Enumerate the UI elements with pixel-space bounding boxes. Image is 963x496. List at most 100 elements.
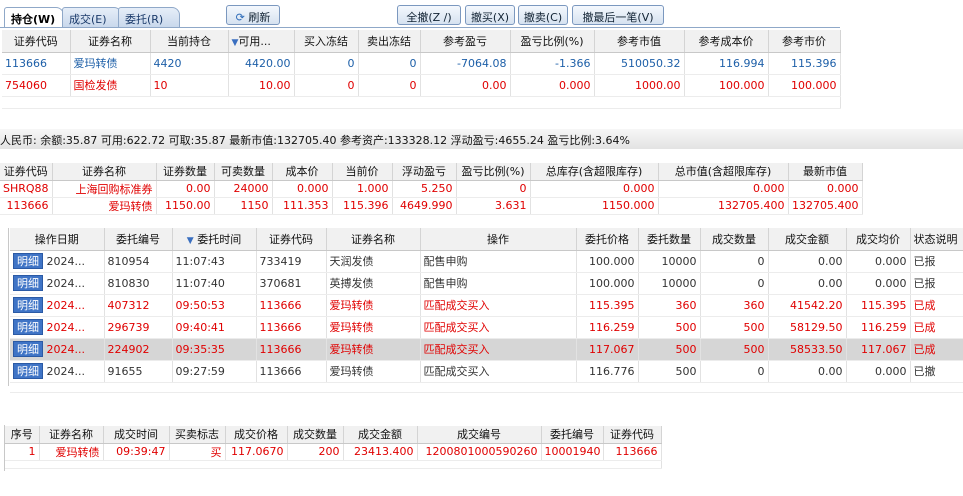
col-header[interactable]: 状态说明 bbox=[910, 228, 963, 251]
tab-orders[interactable]: 委托(R) bbox=[118, 7, 180, 27]
cell-fill-amount: 41542.20 bbox=[768, 294, 847, 317]
tab-positions[interactable]: 持仓(W) bbox=[4, 7, 64, 28]
refresh-button[interactable]: ⟳ 刷新 bbox=[226, 5, 280, 25]
col-header[interactable]: 证券名称 bbox=[326, 228, 421, 251]
detail-button[interactable]: 明细 bbox=[13, 319, 43, 335]
col-header[interactable]: 委托数量 bbox=[638, 228, 701, 251]
col-header[interactable]: 证券名称 bbox=[52, 163, 157, 181]
col-header[interactable]: 总市值(含超限库存) bbox=[658, 163, 789, 181]
table-row[interactable]: 明细 2024... 91655 09:27:59 113666 爱玛转债 匹配… bbox=[10, 360, 963, 383]
col-header[interactable]: 证券代码 bbox=[603, 426, 662, 444]
table-row[interactable]: 明细 2024... 810954 11:07:43 733419 天润发债 配… bbox=[10, 250, 963, 273]
detail-button[interactable]: 明细 bbox=[13, 275, 43, 291]
col-header[interactable]: 证券名称 bbox=[39, 426, 104, 444]
col-header-sorted[interactable]: ▼可用... bbox=[228, 30, 295, 53]
cell-pnl: 0.00 bbox=[420, 74, 511, 97]
cell-seq: 1 bbox=[5, 443, 40, 461]
col-header[interactable]: 成交数量 bbox=[700, 228, 769, 251]
cell-name: 国检发债 bbox=[70, 74, 151, 97]
col-header[interactable]: 买卖标志 bbox=[169, 426, 226, 444]
col-header[interactable]: 成交金额 bbox=[768, 228, 847, 251]
table-row[interactable]: 113666 爱玛转债 4420 4420.00 0 0 -7064.08 -1… bbox=[2, 52, 841, 75]
detail-button[interactable]: 明细 bbox=[13, 341, 43, 357]
cell-action: 匹配成交买入 bbox=[420, 360, 577, 383]
col-header[interactable]: 总库存(含超限库存) bbox=[530, 163, 659, 181]
col-header[interactable]: 证券数量 bbox=[156, 163, 215, 181]
table-row-selected[interactable]: 明细 2024... 224902 09:35:35 113666 爱玛转债 匹… bbox=[10, 338, 963, 361]
col-header[interactable]: 当前持仓 bbox=[150, 30, 229, 53]
cell-name: 爱玛转债 bbox=[326, 294, 421, 317]
cell-avg-price: 0.000 bbox=[846, 272, 911, 295]
col-header[interactable]: 参考盈亏 bbox=[420, 30, 511, 53]
cell-avg-price: 116.259 bbox=[846, 316, 911, 339]
col-header[interactable]: 委托编号 bbox=[541, 426, 604, 444]
positions-table: 证券代码 证券名称 当前持仓 ▼可用... 买入冻结 卖出冻结 参考盈亏 盈亏比… bbox=[2, 30, 841, 109]
col-header[interactable]: 成交编号 bbox=[417, 426, 542, 444]
trades-header: 序号 证券名称 成交时间 买卖标志 成交价格 成交数量 成交金额 成交编号 委托… bbox=[5, 426, 662, 444]
summary-text: 人民币: 余额:35.87 可用:622.72 可取:35.87 最新市值:13… bbox=[0, 134, 630, 147]
col-header[interactable]: 盈亏比例(%) bbox=[510, 30, 595, 53]
cell-order-time: 11:07:40 bbox=[172, 272, 257, 295]
col-header[interactable]: 成本价 bbox=[272, 163, 333, 181]
col-header[interactable]: 卖出冻结 bbox=[358, 30, 421, 53]
cell-market-price: 100.000 bbox=[768, 74, 841, 97]
cell-status: 已成 bbox=[910, 316, 963, 339]
col-header[interactable]: 证券名称 bbox=[70, 30, 151, 53]
col-header[interactable]: 参考市价 bbox=[768, 30, 841, 53]
table-row[interactable]: 明细 2024... 407312 09:50:53 113666 爱玛转债 匹… bbox=[10, 294, 963, 317]
col-header[interactable]: 成交数量 bbox=[287, 426, 344, 444]
cell-fill-qty: 0 bbox=[700, 272, 769, 295]
cell-order-no: 810954 bbox=[104, 250, 173, 273]
cell-date: 2024... bbox=[46, 255, 85, 268]
cell-code: 113666 bbox=[2, 52, 71, 75]
cancel-last-button[interactable]: 撤最后一笔(V) bbox=[572, 5, 664, 25]
detail-button[interactable]: 明细 bbox=[13, 253, 43, 269]
cell-holding: 10 bbox=[150, 74, 229, 97]
col-header[interactable]: 序号 bbox=[5, 426, 40, 444]
col-header[interactable]: 盈亏比例(%) bbox=[456, 163, 531, 181]
col-header[interactable]: 证券代码 bbox=[256, 228, 327, 251]
table-row[interactable]: SHRQ88 上海回购标准券 0.00 24000 0.000 1.000 5.… bbox=[0, 180, 863, 198]
col-header[interactable]: 最新市值 bbox=[788, 163, 863, 181]
col-header[interactable]: 参考成本价 bbox=[684, 30, 769, 53]
cell-price: 1.000 bbox=[332, 180, 393, 198]
cell-sell-frozen: 0 bbox=[358, 52, 421, 75]
table-row[interactable]: 754060 国检发债 10 10.00 0 0 0.00 0.000 1000… bbox=[2, 74, 841, 97]
tab-trades[interactable]: 成交(E) bbox=[62, 7, 122, 27]
detail-button[interactable]: 明细 bbox=[13, 297, 43, 313]
col-header[interactable]: 可卖数量 bbox=[214, 163, 273, 181]
cell-name: 天润发债 bbox=[326, 250, 421, 273]
cell-name: 上海回购标准券 bbox=[52, 180, 157, 198]
cell-code: 113666 bbox=[0, 197, 53, 215]
col-header[interactable]: 委托编号 bbox=[104, 228, 173, 251]
cell-float-pnl: 5.250 bbox=[392, 180, 457, 198]
col-header[interactable]: 证券代码 bbox=[2, 30, 71, 53]
col-header[interactable]: 证券代码 bbox=[0, 163, 53, 181]
cancel-sell-button[interactable]: 撤卖(C) bbox=[518, 5, 568, 25]
col-header-sorted[interactable]: ▼ 委托时间 bbox=[172, 228, 257, 251]
cell-fill-amount: 0.00 bbox=[768, 360, 847, 383]
detail-button[interactable]: 明细 bbox=[13, 363, 43, 379]
col-header[interactable]: 成交时间 bbox=[103, 426, 170, 444]
col-header[interactable]: 成交价格 bbox=[225, 426, 288, 444]
col-header[interactable]: 操作日期 bbox=[10, 228, 105, 251]
table-row[interactable]: 1 爱玛转债 09:39:47 买 117.0670 200 23413.400… bbox=[5, 443, 662, 461]
cancel-buy-button[interactable]: 撤买(X) bbox=[465, 5, 515, 25]
table-row[interactable]: 明细 2024... 296739 09:40:41 113666 爱玛转债 匹… bbox=[10, 316, 963, 339]
table-row[interactable]: 明细 2024... 810830 11:07:40 370681 英搏发债 配… bbox=[10, 272, 963, 295]
table-row[interactable]: 113666 爱玛转债 1150.00 1150 111.353 115.396… bbox=[0, 197, 863, 215]
cell-buy-frozen: 0 bbox=[294, 74, 359, 97]
col-header[interactable]: 委托价格 bbox=[576, 228, 639, 251]
col-header[interactable]: 操作 bbox=[420, 228, 577, 251]
col-header[interactable]: 买入冻结 bbox=[294, 30, 359, 53]
cell-code: SHRQ88 bbox=[0, 180, 53, 198]
cell-code: 113666 bbox=[603, 443, 662, 461]
cell-pnl-ratio: 3.631 bbox=[456, 197, 531, 215]
cell-order-no: 224902 bbox=[104, 338, 173, 361]
col-header[interactable]: 成交均价 bbox=[846, 228, 911, 251]
col-header[interactable]: 成交金额 bbox=[343, 426, 418, 444]
cancel-all-button[interactable]: 全撤(Z /) bbox=[397, 5, 461, 25]
col-header[interactable]: 当前价 bbox=[332, 163, 393, 181]
col-header[interactable]: 浮动盈亏 bbox=[392, 163, 457, 181]
col-header[interactable]: 参考市值 bbox=[594, 30, 685, 53]
